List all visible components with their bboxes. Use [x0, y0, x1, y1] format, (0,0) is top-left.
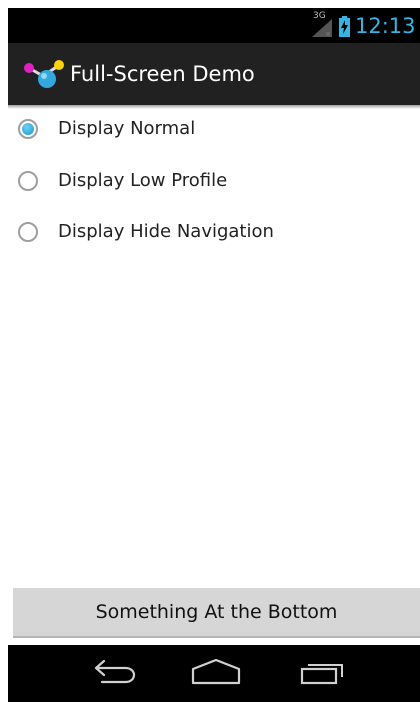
- app-title: Full-Screen Demo: [70, 62, 255, 86]
- radio-option-display-hide-navigation[interactable]: Display Hide Navigation: [8, 210, 420, 258]
- molecule-app-icon[interactable]: [21, 58, 69, 90]
- action-bar: Full-Screen Demo: [8, 43, 420, 105]
- battery-charging-icon: [339, 16, 350, 37]
- status-time: 12:13: [355, 14, 416, 38]
- recent-apps-icon: [300, 664, 343, 685]
- radio-option-display-normal[interactable]: Display Normal: [8, 107, 420, 155]
- radio-button-checked[interactable]: [18, 119, 38, 139]
- system-navigation-bar: [8, 645, 420, 702]
- device-screen: 3G × 12:13 Full-Screen Demo Display Norm…: [8, 8, 420, 702]
- home-icon: [191, 658, 241, 685]
- back-button[interactable]: [74, 645, 154, 702]
- back-icon: [94, 659, 136, 684]
- svg-text:×: ×: [325, 30, 331, 37]
- radio-label: Display Normal: [58, 118, 196, 139]
- radio-option-display-low-profile[interactable]: Display Low Profile: [8, 159, 420, 207]
- radio-selected-dot: [22, 123, 34, 135]
- left-gutter: [0, 0, 8, 702]
- home-button[interactable]: [176, 645, 256, 702]
- radio-label: Display Low Profile: [58, 170, 228, 191]
- signal-icon: ×: [312, 19, 332, 37]
- radio-button-unchecked[interactable]: [18, 171, 38, 191]
- something-at-bottom-button[interactable]: Something At the Bottom: [13, 588, 420, 638]
- radio-button-unchecked[interactable]: [18, 222, 38, 242]
- recent-apps-button[interactable]: [280, 645, 360, 702]
- radio-label: Display Hide Navigation: [58, 221, 274, 242]
- status-bar: 3G × 12:13: [8, 8, 420, 43]
